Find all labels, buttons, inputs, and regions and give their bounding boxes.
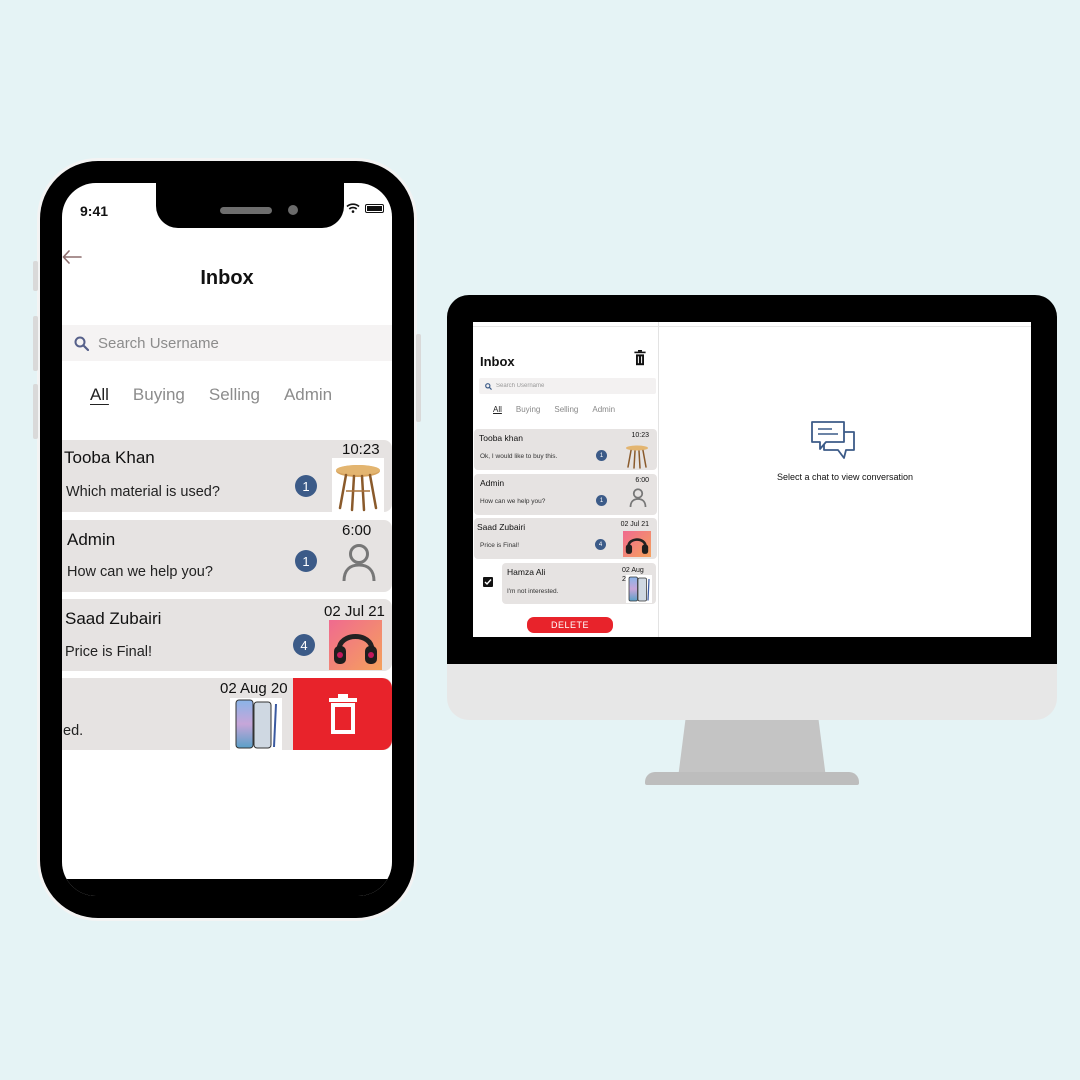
chat-name: Saad Zubairi bbox=[65, 609, 162, 628]
chat-time: 02 Jul 21 bbox=[324, 603, 385, 620]
chat-time: 10:23 bbox=[631, 432, 649, 439]
tab-buying[interactable]: Buying bbox=[516, 405, 540, 414]
table-image bbox=[624, 442, 650, 474]
chat-message: How can we help you? bbox=[480, 498, 546, 505]
chat-name: Saad Zubairi bbox=[477, 522, 526, 532]
unread-badge: 1 bbox=[596, 450, 607, 461]
chat-time: 02 Jul 21 bbox=[620, 521, 649, 528]
tab-admin[interactable]: Admin bbox=[284, 385, 332, 405]
monitor-chin bbox=[447, 664, 1057, 720]
chat-time: 6:00 bbox=[342, 522, 372, 539]
power-button bbox=[416, 334, 421, 422]
select-checkbox[interactable] bbox=[483, 577, 493, 587]
delete-button[interactable]: DELETE bbox=[527, 617, 613, 633]
chat-message: Which material is used? bbox=[66, 484, 220, 500]
tab-bar: All Buying Selling Admin bbox=[90, 385, 356, 405]
chat-name: Admin bbox=[480, 478, 505, 488]
chat-row-swiped[interactable]: ed. 02 Aug 20 bbox=[62, 678, 392, 750]
page-title: Inbox bbox=[200, 267, 254, 289]
battery-icon bbox=[365, 204, 384, 213]
chat-row-saad-zubairi[interactable]: Saad Zubairi Price is Final! 02 Jul 21 4 bbox=[62, 599, 392, 671]
unread-badge: 4 bbox=[595, 539, 606, 550]
chat-message: Price is Final! bbox=[480, 542, 520, 549]
sidebar-title: Inbox bbox=[480, 354, 515, 369]
chat-message: How can we help you? bbox=[67, 564, 213, 580]
empty-state-message: Select a chat to view conversation bbox=[776, 472, 914, 482]
chat-row-tooba-khan[interactable]: Tooba khan Ok, I would like to buy this.… bbox=[474, 429, 657, 470]
status-time: 9:41 bbox=[80, 203, 109, 219]
tab-selling[interactable]: Selling bbox=[209, 385, 260, 405]
headphones-image bbox=[623, 531, 651, 557]
unread-badge: 1 bbox=[295, 475, 317, 497]
wifi-icon bbox=[346, 203, 360, 213]
table-image bbox=[332, 458, 384, 512]
chat-row-saad-zubairi[interactable]: Saad Zubairi Price is Final! 02 Jul 21 4 bbox=[474, 518, 657, 559]
tab-selling[interactable]: Selling bbox=[554, 405, 578, 414]
volume-down-button bbox=[33, 384, 38, 439]
trash-icon bbox=[328, 694, 357, 734]
user-icon bbox=[341, 543, 377, 588]
unread-badge: 4 bbox=[293, 634, 315, 656]
tab-all[interactable]: All bbox=[90, 385, 109, 405]
search-bar[interactable] bbox=[479, 378, 656, 394]
chat-bubbles-icon bbox=[810, 420, 858, 467]
screen-bottom-bezel bbox=[62, 879, 392, 896]
search-icon bbox=[74, 336, 89, 351]
chat-message: Price is Final! bbox=[65, 644, 153, 660]
chat-row-tooba-khan[interactable]: Tooba Khan Which material is used? 10:23… bbox=[62, 440, 392, 512]
phone-mockup: 9:41 Inbox All Buying S bbox=[33, 161, 421, 918]
speaker-grille bbox=[220, 207, 272, 214]
unread-badge: 1 bbox=[596, 495, 607, 506]
search-input[interactable] bbox=[496, 383, 646, 389]
tab-admin[interactable]: Admin bbox=[592, 405, 615, 414]
chat-time: 10:23 bbox=[342, 441, 380, 458]
inbox-sidebar: Inbox All Buying Selling Admin Tooba k bbox=[473, 322, 659, 637]
trash-icon[interactable] bbox=[633, 350, 647, 371]
chat-row-admin[interactable]: Admin How can we help you? 6:00 1 bbox=[62, 520, 392, 592]
delete-button[interactable] bbox=[293, 678, 392, 750]
chat-time: 02 Aug 20 bbox=[220, 680, 288, 697]
unread-badge: 1 bbox=[295, 550, 317, 572]
phone-notch bbox=[156, 183, 344, 228]
chat-name: Tooba Khan bbox=[64, 448, 155, 467]
phone-image bbox=[626, 575, 652, 603]
user-icon bbox=[629, 488, 647, 513]
chat-name: Admin bbox=[67, 530, 116, 549]
tab-all[interactable]: All bbox=[493, 405, 502, 414]
chat-row-hamza-ali[interactable]: Hamza Ali I'm not interested. 02 Aug 20 bbox=[502, 563, 656, 604]
headphones-image bbox=[329, 620, 382, 670]
search-input[interactable] bbox=[98, 334, 338, 352]
search-icon bbox=[485, 382, 492, 390]
search-bar[interactable] bbox=[62, 325, 392, 361]
volume-up-button bbox=[33, 316, 38, 371]
phone-screen: 9:41 Inbox All Buying S bbox=[62, 183, 392, 896]
mute-switch bbox=[33, 261, 38, 291]
chat-message: ed. bbox=[63, 723, 84, 739]
chat-time: 6:00 bbox=[635, 477, 649, 484]
phone-image bbox=[230, 698, 282, 750]
monitor-stand-base bbox=[645, 772, 859, 785]
tab-bar: All Buying Selling Admin bbox=[493, 405, 629, 414]
tab-buying[interactable]: Buying bbox=[133, 385, 185, 405]
chat-message: I'm not interested. bbox=[507, 588, 559, 595]
monitor-stand-neck bbox=[678, 720, 826, 778]
chat-message: Ok, I would like to buy this. bbox=[480, 453, 558, 460]
chat-name: Hamza Ali bbox=[507, 567, 546, 577]
front-camera bbox=[288, 205, 298, 215]
chat-row-admin[interactable]: Admin How can we help you? 6:00 1 bbox=[474, 474, 657, 515]
monitor-screen: Inbox All Buying Selling Admin Tooba k bbox=[473, 322, 1031, 637]
chat-name: Tooba khan bbox=[479, 433, 523, 443]
